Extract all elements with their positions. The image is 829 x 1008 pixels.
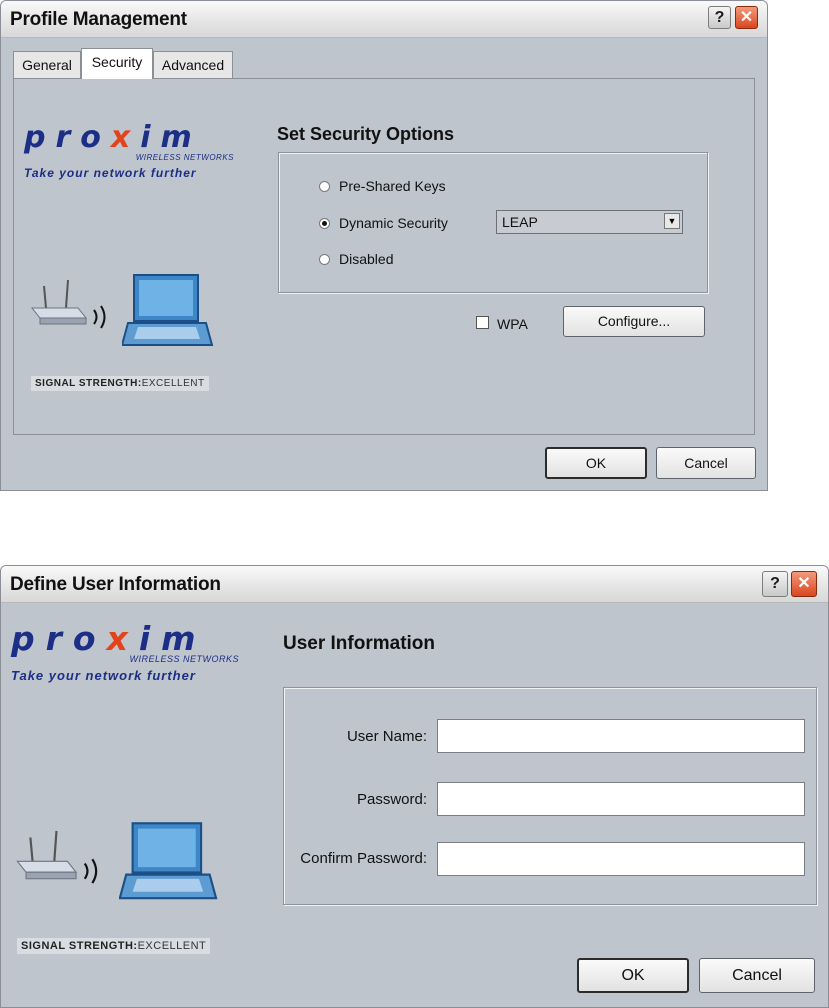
radio-label: Dynamic Security — [339, 215, 448, 231]
tab-security[interactable]: Security — [81, 48, 153, 79]
radio-pre-shared-keys[interactable]: Pre-Shared Keys — [319, 178, 446, 194]
section-title: User Information — [283, 633, 436, 654]
signal-value: EXCELLENT — [137, 940, 207, 952]
radio-circle — [319, 180, 330, 192]
signal-label: SIGNAL STRENGTH: — [21, 940, 138, 952]
close-icon: ✕ — [739, 9, 754, 26]
radio-disabled[interactable]: Disabled — [319, 251, 393, 267]
access-point-icon — [30, 279, 106, 329]
define-user-information-dialog: Define User Information ? ✕ proxim WIREL… — [0, 565, 829, 1008]
button-label: OK — [585, 455, 607, 471]
radio-circle — [319, 217, 330, 229]
tab-advanced[interactable]: Advanced — [153, 51, 233, 78]
button-label: OK — [621, 967, 645, 984]
signal-label: SIGNAL STRENGTH: — [35, 378, 142, 389]
password-input[interactable] — [437, 782, 805, 816]
button-label: Configure... — [597, 313, 671, 329]
help-icon: ? — [714, 9, 725, 26]
access-point-icon — [16, 830, 98, 884]
radio-circle — [319, 253, 330, 265]
button-label: Cancel — [732, 967, 782, 984]
cancel-button[interactable]: Cancel — [699, 958, 815, 993]
signal-value: EXCELLENT — [141, 378, 205, 389]
tab-label: Advanced — [161, 57, 225, 73]
dropdown-value: LEAP — [502, 214, 538, 230]
dialog-title: Define User Information — [10, 574, 221, 595]
confirm-password-label: Confirm Password: — [300, 850, 427, 867]
logo-text-right: im — [140, 120, 202, 155]
tagline: Take your network further — [24, 166, 197, 180]
signal-strength: SIGNAL STRENGTH:EXCELLENT — [17, 938, 211, 954]
user-name-input[interactable] — [437, 719, 805, 753]
logo-text-left: pro — [11, 619, 107, 658]
title-bar: Define User Information ? ✕ — [1, 566, 828, 603]
tagline: Take your network further — [11, 668, 196, 683]
wpa-checkbox[interactable] — [476, 316, 489, 329]
dialog-title: Profile Management — [10, 9, 187, 30]
proxim-logo: proxim WIRELESS NETWORKS Take your netwo… — [11, 622, 239, 683]
tab-general[interactable]: General — [13, 51, 81, 78]
ok-button[interactable]: OK — [577, 958, 689, 993]
password-label: Password: — [356, 791, 427, 808]
radio-label: Disabled — [339, 251, 394, 267]
logo-text-x: x — [106, 619, 139, 658]
laptop-icon — [119, 822, 218, 900]
dropdown-arrow-icon[interactable]: ▼ — [664, 213, 680, 229]
wpa-label: WPA — [497, 316, 528, 332]
close-button[interactable]: ✕ — [735, 6, 758, 29]
user-name-label: User Name: — [346, 728, 427, 745]
tab-label: General — [22, 57, 72, 73]
radio-dynamic-security[interactable]: Dynamic Security — [319, 215, 448, 231]
help-button[interactable]: ? — [762, 571, 788, 597]
logo-text-left: pro — [24, 120, 111, 155]
laptop-icon — [122, 274, 214, 346]
cancel-button[interactable]: Cancel — [656, 447, 756, 479]
close-icon: ✕ — [797, 575, 811, 592]
logo-text-x: x — [110, 120, 141, 155]
signal-strength: SIGNAL STRENGTH:EXCELLENT — [31, 376, 209, 391]
logo-text-right: im — [138, 619, 207, 658]
configure-button[interactable]: Configure... — [563, 306, 705, 337]
title-bar: Profile Management ? ✕ — [1, 1, 767, 38]
tab-label: Security — [91, 54, 143, 70]
button-label: Cancel — [684, 455, 728, 471]
radio-label: Pre-Shared Keys — [339, 178, 446, 194]
help-button[interactable]: ? — [708, 6, 731, 29]
ok-button[interactable]: OK — [545, 447, 647, 479]
close-button[interactable]: ✕ — [791, 571, 817, 597]
section-title: Set Security Options — [277, 124, 455, 144]
confirm-password-input[interactable] — [437, 842, 805, 876]
proxim-logo: proxim WIRELESS NETWORKS Take your netwo… — [24, 120, 234, 181]
security-type-dropdown[interactable]: LEAP ▼ — [496, 210, 683, 234]
profile-management-dialog: Profile Management ? ✕ General Security … — [0, 0, 768, 491]
help-icon: ? — [770, 575, 780, 592]
security-tab-panel: proxim WIRELESS NETWORKS Take your netwo… — [13, 78, 755, 435]
